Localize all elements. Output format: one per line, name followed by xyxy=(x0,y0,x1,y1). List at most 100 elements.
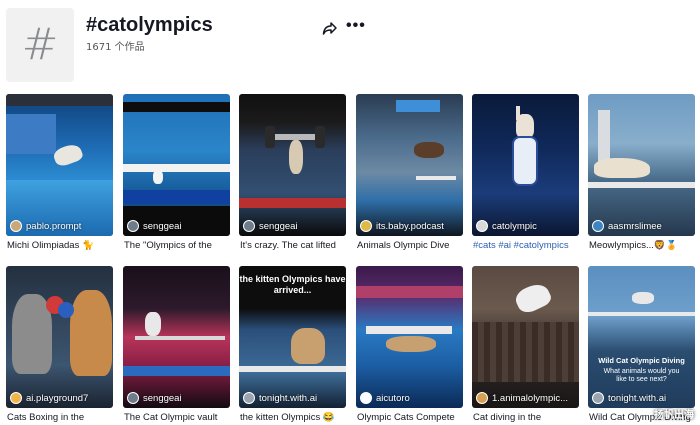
cat-figure xyxy=(51,141,85,169)
cat-figure xyxy=(632,292,654,304)
avatar xyxy=(10,220,22,232)
video-author[interactable]: ai.playground7 xyxy=(10,392,88,404)
video-caption[interactable]: Cat diving in the xyxy=(473,412,579,423)
video-card[interactable]: aicutoro Olympic Cats Compete xyxy=(356,266,463,425)
video-caption[interactable]: Michi Olimpiadas 🐈 xyxy=(7,240,113,251)
video-author[interactable]: aicutoro xyxy=(360,392,410,404)
overlay-text: the kitten Olympics have arrived... xyxy=(239,274,346,295)
avatar xyxy=(360,220,372,232)
video-author[interactable]: senggeai xyxy=(127,220,182,232)
author-name: pablo.prompt xyxy=(26,220,82,232)
cat-figure xyxy=(512,136,538,186)
author-name: aasmrslimee xyxy=(608,220,662,232)
video-thumbnail[interactable]: aicutoro xyxy=(356,266,463,408)
video-thumbnail[interactable]: catolympic xyxy=(472,94,579,236)
video-thumbnail[interactable]: Wild Cat Olympic Diving What animals wou… xyxy=(588,266,695,408)
scene-lane xyxy=(366,326,452,334)
scene-weight xyxy=(315,126,325,148)
author-name: 1.animalolympic... xyxy=(492,392,569,404)
scene-top-bar xyxy=(123,102,230,112)
video-thumbnail[interactable]: senggeai xyxy=(123,266,230,408)
video-caption[interactable]: Olympic Cats Compete xyxy=(357,412,463,423)
cat-figure xyxy=(145,312,161,336)
video-author[interactable]: pablo.prompt xyxy=(10,220,81,232)
author-name: senggeai xyxy=(259,220,298,232)
hashtag-header: # #catolympics 1671 个作品 ••• xyxy=(6,8,694,88)
avatar xyxy=(592,220,604,232)
video-author[interactable]: its.baby.podcast xyxy=(360,220,444,232)
scene-ceiling xyxy=(6,94,113,106)
video-thumbnail[interactable]: 1.animalolympic... xyxy=(472,266,579,408)
video-author[interactable]: senggeai xyxy=(127,392,182,404)
author-name: its.baby.podcast xyxy=(376,220,444,232)
video-caption[interactable]: Animals Olympic Dive xyxy=(357,240,463,251)
video-caption[interactable]: Cats Boxing in the xyxy=(7,412,113,423)
video-card[interactable]: aasmrslimee Meowlympics...🦁🏅 xyxy=(588,94,695,264)
cat-arm xyxy=(516,106,520,120)
author-name: senggeai xyxy=(143,392,182,404)
author-name: tonight.with.ai xyxy=(608,392,667,404)
video-caption[interactable]: #cats #ai #catolympics xyxy=(473,240,579,251)
scene-board xyxy=(123,164,230,172)
avatar xyxy=(476,220,488,232)
video-author[interactable]: tonight.with.ai xyxy=(592,392,666,404)
scene-score-bar xyxy=(123,190,230,204)
watermark-logo: 扬帆出海 xyxy=(654,410,694,421)
cat-boxer xyxy=(70,290,112,376)
video-thumbnail[interactable]: its.baby.podcast xyxy=(356,94,463,236)
video-thumbnail[interactable]: senggeai xyxy=(123,94,230,236)
avatar xyxy=(476,392,488,404)
video-author[interactable]: catolympic xyxy=(476,220,537,232)
video-author[interactable]: 1.animalolympic... xyxy=(476,392,568,404)
share-icon[interactable] xyxy=(322,20,338,36)
scene-stands xyxy=(6,114,56,154)
video-card[interactable]: its.baby.podcast Animals Olympic Dive xyxy=(356,94,463,264)
avatar xyxy=(360,392,372,404)
scene-score-bar xyxy=(123,366,230,376)
video-author[interactable]: tonight.with.ai xyxy=(243,392,317,404)
video-card[interactable]: ai.playground7 Cats Boxing in the xyxy=(6,266,113,425)
animal-figure xyxy=(414,142,444,158)
avatar xyxy=(243,220,255,232)
author-name: catolympic xyxy=(492,220,537,232)
video-card[interactable]: senggeai The Cat Olympic vault xyxy=(123,266,230,425)
video-caption[interactable]: the kitten Olympics 😂 xyxy=(240,412,346,423)
video-thumbnail[interactable]: senggeai xyxy=(239,94,346,236)
video-caption[interactable]: The Cat Olympic vault xyxy=(124,412,230,423)
scene-board xyxy=(416,176,456,180)
hashtag-title: #catolympics xyxy=(86,14,213,36)
cat-swimmer xyxy=(386,336,436,352)
cat-figure xyxy=(289,140,303,174)
video-thumbnail[interactable]: ai.playground7 xyxy=(6,266,113,408)
avatar xyxy=(10,392,22,404)
hashtag-icon: # xyxy=(21,19,59,70)
video-thumbnail[interactable]: pablo.prompt xyxy=(6,94,113,236)
scene-vault xyxy=(135,336,225,340)
video-card[interactable]: pablo.prompt Michi Olimpiadas 🐈 xyxy=(6,94,113,264)
avatar xyxy=(592,392,604,404)
scene-tower xyxy=(598,110,610,164)
video-author[interactable]: senggeai xyxy=(243,220,298,232)
video-card[interactable]: senggeai It's crazy. The cat lifted xyxy=(239,94,346,264)
video-thumbnail[interactable]: aasmrslimee xyxy=(588,94,695,236)
video-author[interactable]: aasmrslimee xyxy=(592,220,662,232)
hashtag-thumbnail: # xyxy=(6,8,74,82)
video-card[interactable]: the kitten Olympics have arrived... toni… xyxy=(239,266,346,425)
video-caption[interactable]: The "Olympics of the xyxy=(124,240,230,251)
cat-figure xyxy=(153,170,163,184)
scene-track xyxy=(239,366,346,372)
video-card[interactable]: catolympic #cats #ai #catolympics xyxy=(472,94,579,264)
scene-crowd xyxy=(472,322,579,382)
video-card[interactable]: senggeai The "Olympics of the xyxy=(123,94,230,264)
more-icon[interactable]: ••• xyxy=(346,18,366,34)
video-caption[interactable]: It's crazy. The cat lifted xyxy=(240,240,346,251)
video-thumbnail[interactable]: the kitten Olympics have arrived... toni… xyxy=(239,266,346,408)
video-caption[interactable]: Meowlympics...🦁🏅 xyxy=(589,240,695,251)
tiger-figure xyxy=(594,158,650,178)
avatar xyxy=(127,220,139,232)
avatar xyxy=(243,392,255,404)
scene-screen xyxy=(396,100,440,112)
video-card[interactable]: 1.animalolympic... Cat diving in the xyxy=(472,266,579,425)
video-card[interactable]: Wild Cat Olympic Diving What animals wou… xyxy=(588,266,695,425)
scene-score-bar xyxy=(239,198,346,208)
